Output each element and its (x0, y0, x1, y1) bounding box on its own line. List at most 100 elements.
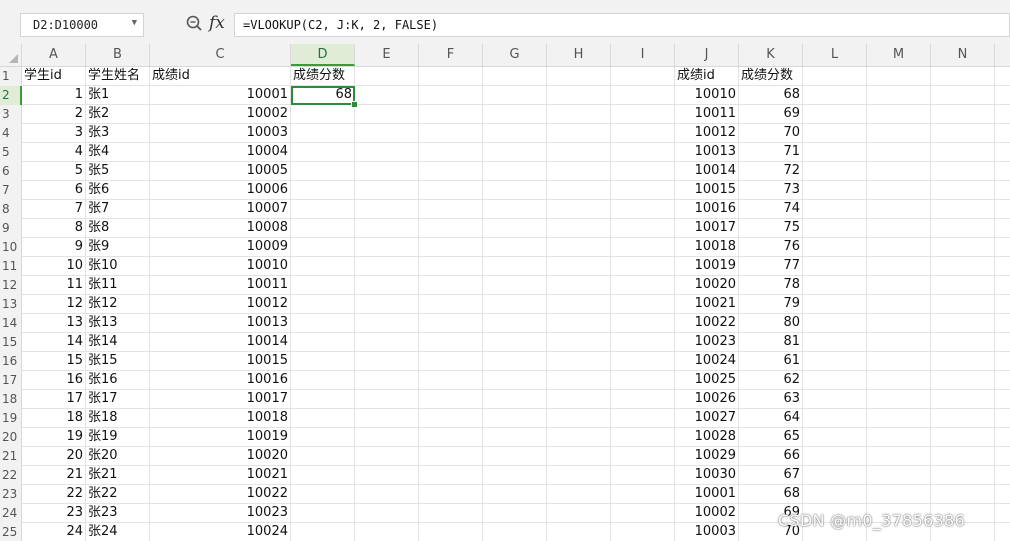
empty-cell[interactable] (419, 257, 483, 276)
cell-score-id[interactable]: 10016 (150, 371, 291, 390)
cell-lookup-score[interactable]: 69 (739, 105, 803, 124)
empty-cell[interactable] (867, 466, 931, 485)
cell-lookup-id[interactable]: 10030 (675, 466, 739, 485)
row-header[interactable]: 1 (0, 67, 22, 86)
empty-cell[interactable] (867, 257, 931, 276)
cell-student-name[interactable]: 张9 (86, 238, 150, 257)
empty-cell[interactable] (931, 333, 995, 352)
cell-student-id[interactable]: 3 (22, 124, 86, 143)
empty-cell[interactable] (931, 485, 995, 504)
empty-cell[interactable] (419, 333, 483, 352)
empty-cell[interactable] (803, 257, 867, 276)
empty-cell[interactable] (355, 504, 419, 523)
cell-lookup-score[interactable]: 70 (739, 124, 803, 143)
row-header[interactable]: 21 (0, 447, 22, 466)
cell-score-id[interactable]: 10005 (150, 162, 291, 181)
empty-cell[interactable] (419, 219, 483, 238)
empty-cell[interactable] (803, 219, 867, 238)
empty-cell[interactable] (611, 105, 675, 124)
empty-cell[interactable] (611, 314, 675, 333)
empty-cell[interactable] (931, 390, 995, 409)
cell-student-name[interactable]: 张5 (86, 162, 150, 181)
empty-cell[interactable] (483, 390, 547, 409)
empty-cell[interactable] (355, 200, 419, 219)
empty-cell[interactable] (931, 428, 995, 447)
formula-input[interactable]: =VLOOKUP(C2, J:K, 2, FALSE) (234, 13, 1010, 37)
empty-cell[interactable] (867, 162, 931, 181)
cell-lookup-score[interactable]: 72 (739, 162, 803, 181)
cell-lookup-score[interactable]: 62 (739, 371, 803, 390)
empty-cell[interactable] (803, 466, 867, 485)
empty-cell[interactable] (355, 67, 419, 86)
empty-cell[interactable] (483, 238, 547, 257)
empty-cell[interactable] (419, 295, 483, 314)
empty-cell[interactable] (483, 333, 547, 352)
empty-cell[interactable] (931, 257, 995, 276)
empty-cell[interactable] (611, 238, 675, 257)
empty-cell[interactable] (419, 200, 483, 219)
empty-cell[interactable] (611, 200, 675, 219)
empty-cell[interactable] (483, 447, 547, 466)
empty-cell[interactable] (867, 295, 931, 314)
cell-student-name[interactable]: 张18 (86, 409, 150, 428)
cell-score-id[interactable]: 10004 (150, 143, 291, 162)
empty-cell[interactable] (547, 390, 611, 409)
cell-lookup-score[interactable]: 77 (739, 257, 803, 276)
empty-cell[interactable] (803, 181, 867, 200)
empty-cell[interactable] (355, 371, 419, 390)
row-header[interactable]: 16 (0, 352, 22, 371)
cell-score-id[interactable]: 10012 (150, 295, 291, 314)
cell-student-id[interactable]: 17 (22, 390, 86, 409)
empty-cell[interactable] (355, 276, 419, 295)
row-header[interactable]: 9 (0, 219, 22, 238)
empty-cell[interactable] (547, 219, 611, 238)
empty-cell[interactable] (547, 162, 611, 181)
cell-lookup-score[interactable]: 79 (739, 295, 803, 314)
empty-cell[interactable] (355, 352, 419, 371)
row-header[interactable]: 6 (0, 162, 22, 181)
empty-cell[interactable] (931, 276, 995, 295)
cell-score[interactable] (291, 276, 355, 295)
row-header[interactable]: 7 (0, 181, 22, 200)
empty-cell[interactable] (419, 86, 483, 105)
active-cell[interactable]: 68 (291, 86, 355, 105)
cell-student-name[interactable]: 张23 (86, 504, 150, 523)
empty-cell[interactable] (547, 200, 611, 219)
row-header[interactable]: 13 (0, 295, 22, 314)
column-header-i[interactable]: I (611, 44, 675, 66)
cell-lookup-id[interactable]: 10026 (675, 390, 739, 409)
row-header[interactable]: 18 (0, 390, 22, 409)
empty-cell[interactable] (803, 276, 867, 295)
empty-cell[interactable] (803, 86, 867, 105)
empty-cell[interactable] (547, 67, 611, 86)
column-header-j[interactable]: J (675, 44, 739, 66)
empty-cell[interactable] (419, 143, 483, 162)
column-header-f[interactable]: F (419, 44, 483, 66)
cell-lookup-score[interactable]: 78 (739, 276, 803, 295)
column-header-c[interactable]: C (150, 44, 291, 66)
header-cell-c[interactable]: 成绩id (150, 67, 291, 86)
empty-cell[interactable] (547, 371, 611, 390)
empty-cell[interactable] (867, 314, 931, 333)
empty-cell[interactable] (611, 371, 675, 390)
empty-cell[interactable] (419, 105, 483, 124)
empty-cell[interactable] (931, 105, 995, 124)
cell-student-id[interactable]: 14 (22, 333, 86, 352)
cell-score-id[interactable]: 10020 (150, 447, 291, 466)
empty-cell[interactable] (803, 485, 867, 504)
empty-cell[interactable] (611, 162, 675, 181)
empty-cell[interactable] (483, 219, 547, 238)
empty-cell[interactable] (547, 238, 611, 257)
cell-lookup-score[interactable]: 71 (739, 143, 803, 162)
row-header[interactable]: 22 (0, 466, 22, 485)
empty-cell[interactable] (419, 238, 483, 257)
empty-cell[interactable] (867, 238, 931, 257)
row-header[interactable]: 14 (0, 314, 22, 333)
row-header[interactable]: 24 (0, 504, 22, 523)
row-header[interactable]: 5 (0, 143, 22, 162)
chevron-down-icon[interactable]: ▼ (132, 18, 137, 28)
cell-lookup-id[interactable]: 10023 (675, 333, 739, 352)
cell-lookup-id[interactable]: 10024 (675, 352, 739, 371)
cell-student-name[interactable]: 张2 (86, 105, 150, 124)
empty-cell[interactable] (547, 447, 611, 466)
